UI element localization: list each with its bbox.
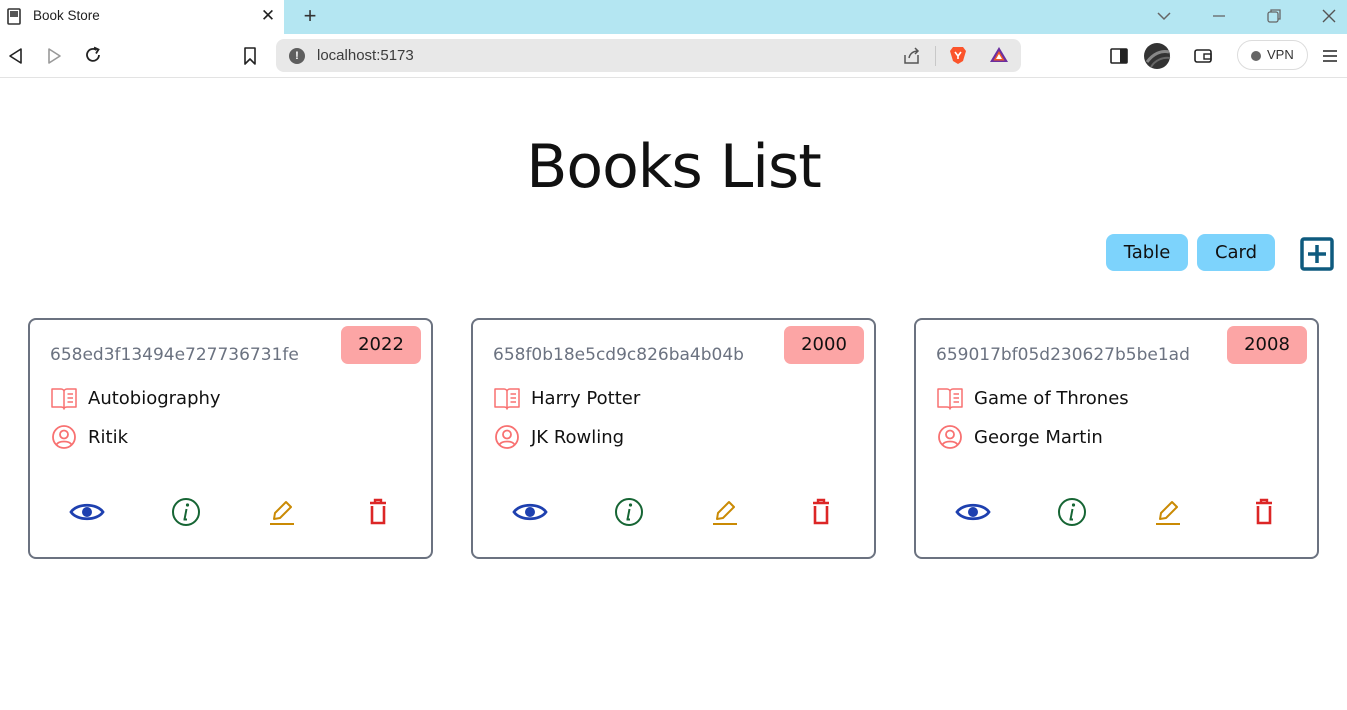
back-icon[interactable] <box>6 46 26 66</box>
book-card: 2008 659017bf05d230627b5be1ad Game of Th… <box>914 318 1319 559</box>
book-author: George Martin <box>974 427 1103 448</box>
edit-pencil-icon[interactable] <box>707 496 743 528</box>
edit-pencil-icon[interactable] <box>264 496 300 528</box>
forward-icon[interactable] <box>44 46 64 66</box>
user-circle-icon <box>938 425 962 449</box>
book-card: 2022 658ed3f13494e727736731fe Autobiogra… <box>28 318 433 559</box>
wallet-icon[interactable] <box>1193 46 1213 66</box>
book-title: Autobiography <box>88 388 221 409</box>
browser-tab[interactable]: Book Store ✕ <box>0 0 284 34</box>
info-circle-icon[interactable] <box>168 496 204 528</box>
delete-trash-icon[interactable] <box>803 496 839 528</box>
reload-icon[interactable] <box>83 45 103 65</box>
book-id: 658f0b18e5cd9c826ba4b04b <box>493 345 744 365</box>
vpn-label: VPN <box>1267 47 1294 62</box>
tab-close-icon[interactable]: ✕ <box>259 7 277 25</box>
brave-rewards-icon[interactable] <box>989 45 1009 65</box>
restore-icon[interactable] <box>1264 6 1284 26</box>
add-book-icon[interactable] <box>1300 237 1334 271</box>
page-title: Books List <box>526 132 822 202</box>
vpn-button[interactable]: VPN <box>1237 40 1308 70</box>
minimize-icon[interactable] <box>1209 6 1229 26</box>
publish-year-badge: 2008 <box>1227 326 1307 364</box>
book-id: 659017bf05d230627b5be1ad <box>936 345 1190 365</box>
edit-pencil-icon[interactable] <box>1150 496 1186 528</box>
delete-trash-icon[interactable] <box>1246 496 1282 528</box>
menu-icon[interactable] <box>1320 46 1340 66</box>
book-favicon-icon <box>7 8 21 25</box>
vpn-status-icon <box>1251 51 1261 61</box>
new-tab-button[interactable]: + <box>299 5 321 27</box>
book-open-icon <box>494 388 520 410</box>
brave-shields-icon[interactable] <box>948 45 968 65</box>
show-details-eye-icon[interactable] <box>69 496 105 528</box>
publish-year-badge: 2000 <box>784 326 864 364</box>
browser-toolbar: ! localhost:5173 VPN <box>0 34 1347 78</box>
info-circle-icon[interactable] <box>1054 496 1090 528</box>
delete-trash-icon[interactable] <box>360 496 396 528</box>
table-view-button[interactable]: Table <box>1106 234 1188 271</box>
user-circle-icon <box>52 425 76 449</box>
book-title: Harry Potter <box>531 388 641 409</box>
book-open-icon <box>51 388 77 410</box>
site-info-icon[interactable]: ! <box>289 48 305 64</box>
close-window-icon[interactable] <box>1319 6 1339 26</box>
show-details-eye-icon[interactable] <box>955 496 991 528</box>
info-circle-icon[interactable] <box>611 496 647 528</box>
show-details-eye-icon[interactable] <box>512 496 548 528</box>
address-divider <box>935 46 936 66</box>
card-view-button[interactable]: Card <box>1197 234 1275 271</box>
share-icon[interactable] <box>902 46 922 66</box>
book-author: Ritik <box>88 427 128 448</box>
tab-title: Book Store <box>33 8 100 23</box>
tab-search-chevron-icon[interactable] <box>1154 6 1174 26</box>
book-id: 658ed3f13494e727736731fe <box>50 345 299 365</box>
book-title: Game of Thrones <box>974 388 1129 409</box>
book-author: JK Rowling <box>531 427 625 448</box>
bookmark-icon[interactable] <box>240 46 260 66</box>
address-bar[interactable]: ! localhost:5173 <box>276 39 1021 72</box>
book-card: 2000 658f0b18e5cd9c826ba4b04b Harry Pott… <box>471 318 876 559</box>
book-open-icon <box>937 388 963 410</box>
publish-year-badge: 2022 <box>341 326 421 364</box>
profile-avatar-icon[interactable] <box>1143 42 1171 70</box>
user-circle-icon <box>495 425 519 449</box>
browser-tab-strip: Book Store ✕ + <box>0 0 1347 34</box>
url-text[interactable]: localhost:5173 <box>317 47 414 64</box>
sidebar-toggle-icon[interactable] <box>1109 46 1129 66</box>
